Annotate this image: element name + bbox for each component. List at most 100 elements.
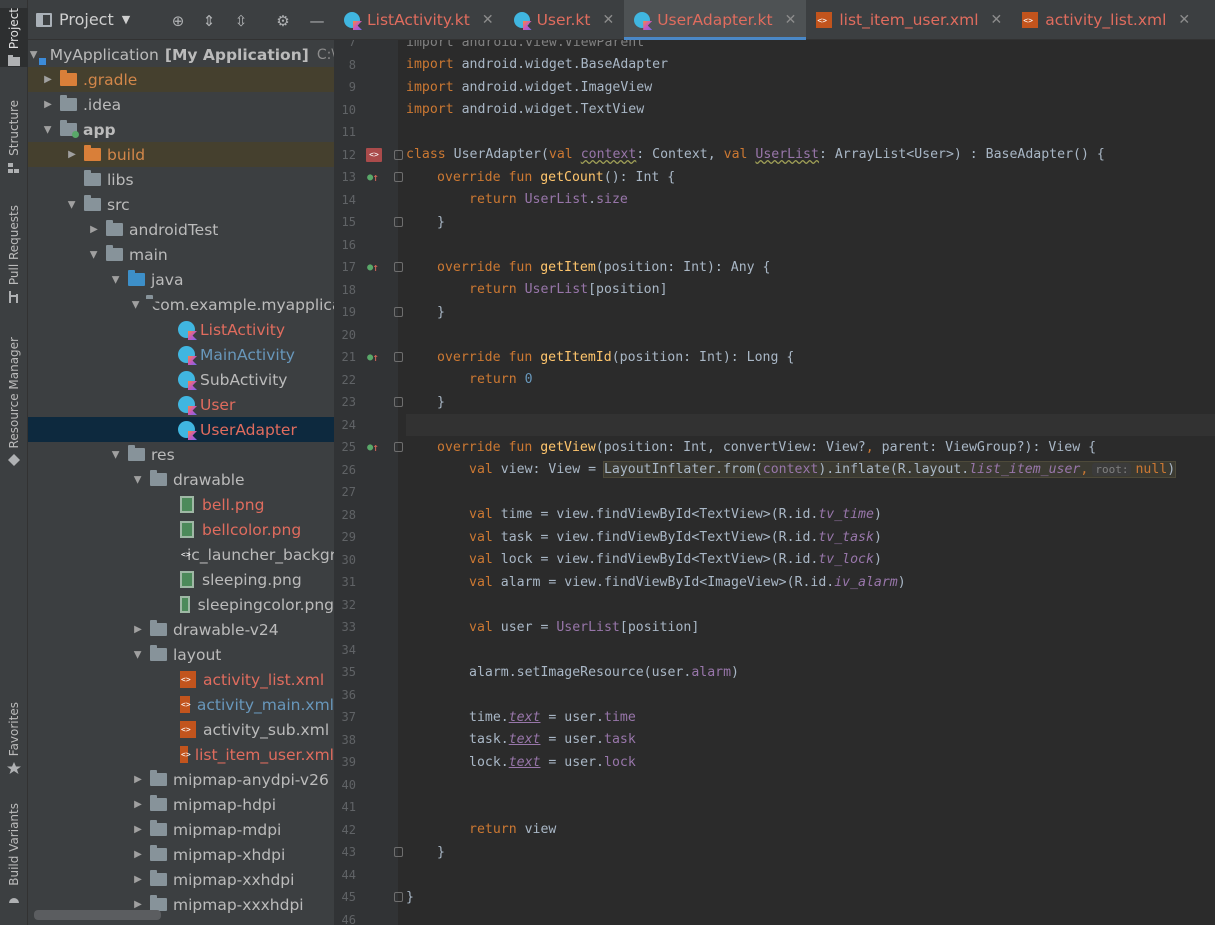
tree-node-idea[interactable]: ▶ .idea xyxy=(28,92,334,117)
tree-node-activity-list[interactable]: activity_list.xml xyxy=(28,667,334,692)
fold-icon[interactable] xyxy=(394,172,403,183)
chevron-right-icon[interactable]: ▶ xyxy=(132,649,144,661)
tool-tab-favorites[interactable]: Favorites xyxy=(0,702,28,775)
fold-icon[interactable] xyxy=(394,262,403,273)
chevron-right-icon[interactable]: ▶ xyxy=(42,99,54,111)
chevron-right-icon[interactable]: ▶ xyxy=(42,124,54,136)
chevron-right-icon[interactable]: ▶ xyxy=(132,849,144,861)
tree-node-layout[interactable]: ▶ layout xyxy=(28,642,334,667)
tree-node-bell[interactable]: bell.png xyxy=(28,492,334,517)
tree-node-ic-launcher[interactable]: ic_launcher_backgro xyxy=(28,542,334,567)
tool-tab-project[interactable]: Project xyxy=(0,8,28,68)
tree-node-subactivity[interactable]: SubActivity xyxy=(28,367,334,392)
tree-node-listactivity[interactable]: ListActivity xyxy=(28,317,334,342)
code-text: (position: Int): Any { xyxy=(595,259,771,275)
chevron-right-icon[interactable]: ▶ xyxy=(66,199,78,211)
tree-node-gradle[interactable]: ▶ .gradle xyxy=(28,67,334,92)
tree-node-java[interactable]: ▶ java xyxy=(28,267,334,292)
tree-node-useradapter[interactable]: UserAdapter xyxy=(28,417,334,442)
project-view-selector[interactable]: Project xyxy=(59,10,114,29)
close-icon[interactable]: ✕ xyxy=(482,12,494,28)
chevron-right-icon[interactable]: ▶ xyxy=(132,799,144,811)
fold-icon[interactable] xyxy=(394,149,403,160)
code-editor[interactable]: 7 8 9 10 11 12<> 13● 14 15 16 17● 18 19 … xyxy=(334,40,1215,925)
tab-user[interactable]: User.kt ✕ xyxy=(504,0,625,40)
fold-icon[interactable] xyxy=(394,307,403,318)
tree-node-root[interactable]: ▶ MyApplication [My Application] C:\Us xyxy=(28,42,334,67)
override-marker-icon[interactable]: ● xyxy=(366,260,380,274)
fold-icon[interactable] xyxy=(394,847,403,858)
implemented-marker-icon[interactable]: <> xyxy=(366,147,382,162)
chevron-right-icon[interactable]: ▶ xyxy=(88,224,100,236)
xml-file-icon xyxy=(1022,12,1039,28)
tree-node-user[interactable]: User xyxy=(28,392,334,417)
tab-useradapter[interactable]: UserAdapter.kt ✕ xyxy=(624,0,807,40)
tool-tab-resource-manager[interactable]: Resource Manager xyxy=(0,337,28,467)
tree-node-package[interactable]: ▶ com.example.myapplica xyxy=(28,292,334,317)
tree-node-libs[interactable]: libs xyxy=(28,167,334,192)
override-marker-icon[interactable]: ● xyxy=(366,350,380,364)
chevron-right-icon[interactable]: ▶ xyxy=(66,149,78,161)
tab-listactivity[interactable]: ListActivity.kt ✕ xyxy=(334,0,504,40)
tree-node-sleeping[interactable]: sleeping.png xyxy=(28,567,334,592)
project-horizontal-scrollbar[interactable] xyxy=(34,910,161,920)
expand-all-icon[interactable]: ⇕ xyxy=(200,12,218,30)
chevron-down-icon[interactable]: ▼ xyxy=(122,13,130,26)
hide-panel-icon[interactable]: — xyxy=(308,12,326,30)
tree-node-mipmap-hdpi[interactable]: ▶ mipmap-hdpi xyxy=(28,792,334,817)
chevron-right-icon[interactable]: ▶ xyxy=(132,774,144,786)
tree-node-res[interactable]: ▶ res xyxy=(28,442,334,467)
gutter-line: 28 xyxy=(334,504,398,527)
override-marker-icon[interactable]: ● xyxy=(366,170,380,184)
tree-node-activity-main[interactable]: activity_main.xml xyxy=(28,692,334,717)
tab-activity-list[interactable]: activity_list.xml ✕ xyxy=(1012,0,1200,40)
chevron-right-icon[interactable]: ▶ xyxy=(132,874,144,886)
property-synthetic: text xyxy=(508,754,541,770)
fold-icon[interactable] xyxy=(394,397,403,408)
tool-tab-label: Project xyxy=(7,8,21,50)
locate-file-icon[interactable]: ⊕ xyxy=(169,12,187,30)
fold-icon[interactable] xyxy=(394,442,403,453)
tree-node-androidtest[interactable]: ▶ androidTest xyxy=(28,217,334,242)
chevron-right-icon[interactable]: ▶ xyxy=(130,301,142,309)
chevron-right-icon[interactable]: ▶ xyxy=(88,249,100,261)
tree-node-app[interactable]: ▶ app xyxy=(28,117,334,142)
tree-node-drawable[interactable]: ▶ drawable xyxy=(28,467,334,492)
tree-node-build[interactable]: ▶ build xyxy=(28,142,334,167)
gear-icon[interactable]: ⚙ xyxy=(274,12,292,30)
chevron-right-icon[interactable]: ▶ xyxy=(42,74,54,86)
close-icon[interactable]: ✕ xyxy=(785,12,797,28)
chevron-right-icon[interactable]: ▶ xyxy=(110,449,122,461)
tree-node-src[interactable]: ▶ src xyxy=(28,192,334,217)
tool-tab-pull-requests[interactable]: Pull Requests xyxy=(0,205,28,304)
chevron-right-icon[interactable]: ▶ xyxy=(132,824,144,836)
override-marker-icon[interactable]: ● xyxy=(366,440,380,454)
code-text: ).inflate(R.layout. xyxy=(818,462,970,478)
close-icon[interactable]: ✕ xyxy=(991,12,1003,28)
fold-icon[interactable] xyxy=(394,892,403,903)
tree-node-sleepingcolor[interactable]: sleepingcolor.png xyxy=(28,592,334,617)
close-icon[interactable]: ✕ xyxy=(602,12,614,28)
tree-node-bellcolor[interactable]: bellcolor.png xyxy=(28,517,334,542)
chevron-right-icon[interactable]: ▶ xyxy=(110,274,122,286)
tool-tab-structure[interactable]: Structure xyxy=(0,100,28,174)
tree-node-main[interactable]: ▶ main xyxy=(28,242,334,267)
tree-node-mipmap-anydpi[interactable]: ▶ mipmap-anydpi-v26 xyxy=(28,767,334,792)
chevron-right-icon[interactable]: ▶ xyxy=(132,624,144,636)
tree-node-list-item-user[interactable]: list_item_user.xml xyxy=(28,742,334,767)
tree-node-drawable-v24[interactable]: ▶ drawable-v24 xyxy=(28,617,334,642)
tree-node-mainactivity[interactable]: MainActivity xyxy=(28,342,334,367)
chevron-right-icon[interactable]: ▶ xyxy=(132,899,144,911)
tool-tab-build-variants[interactable]: Build Variants xyxy=(0,803,28,904)
tree-node-mipmap-mdpi[interactable]: ▶ mipmap-mdpi xyxy=(28,817,334,842)
tab-list-item-user[interactable]: list_item_user.xml ✕ xyxy=(806,0,1012,40)
collapse-all-icon[interactable]: ⇳ xyxy=(232,12,250,30)
fold-icon[interactable] xyxy=(394,217,403,228)
fold-icon[interactable] xyxy=(394,352,403,363)
tree-node-mipmap-xxhdpi[interactable]: ▶ mipmap-xxhdpi xyxy=(28,867,334,892)
line-number: 42 xyxy=(341,822,356,837)
tree-node-activity-sub[interactable]: activity_sub.xml xyxy=(28,717,334,742)
chevron-right-icon[interactable]: ▶ xyxy=(132,474,144,486)
close-icon[interactable]: ✕ xyxy=(1178,12,1190,28)
tree-node-mipmap-xhdpi[interactable]: ▶ mipmap-xhdpi xyxy=(28,842,334,867)
